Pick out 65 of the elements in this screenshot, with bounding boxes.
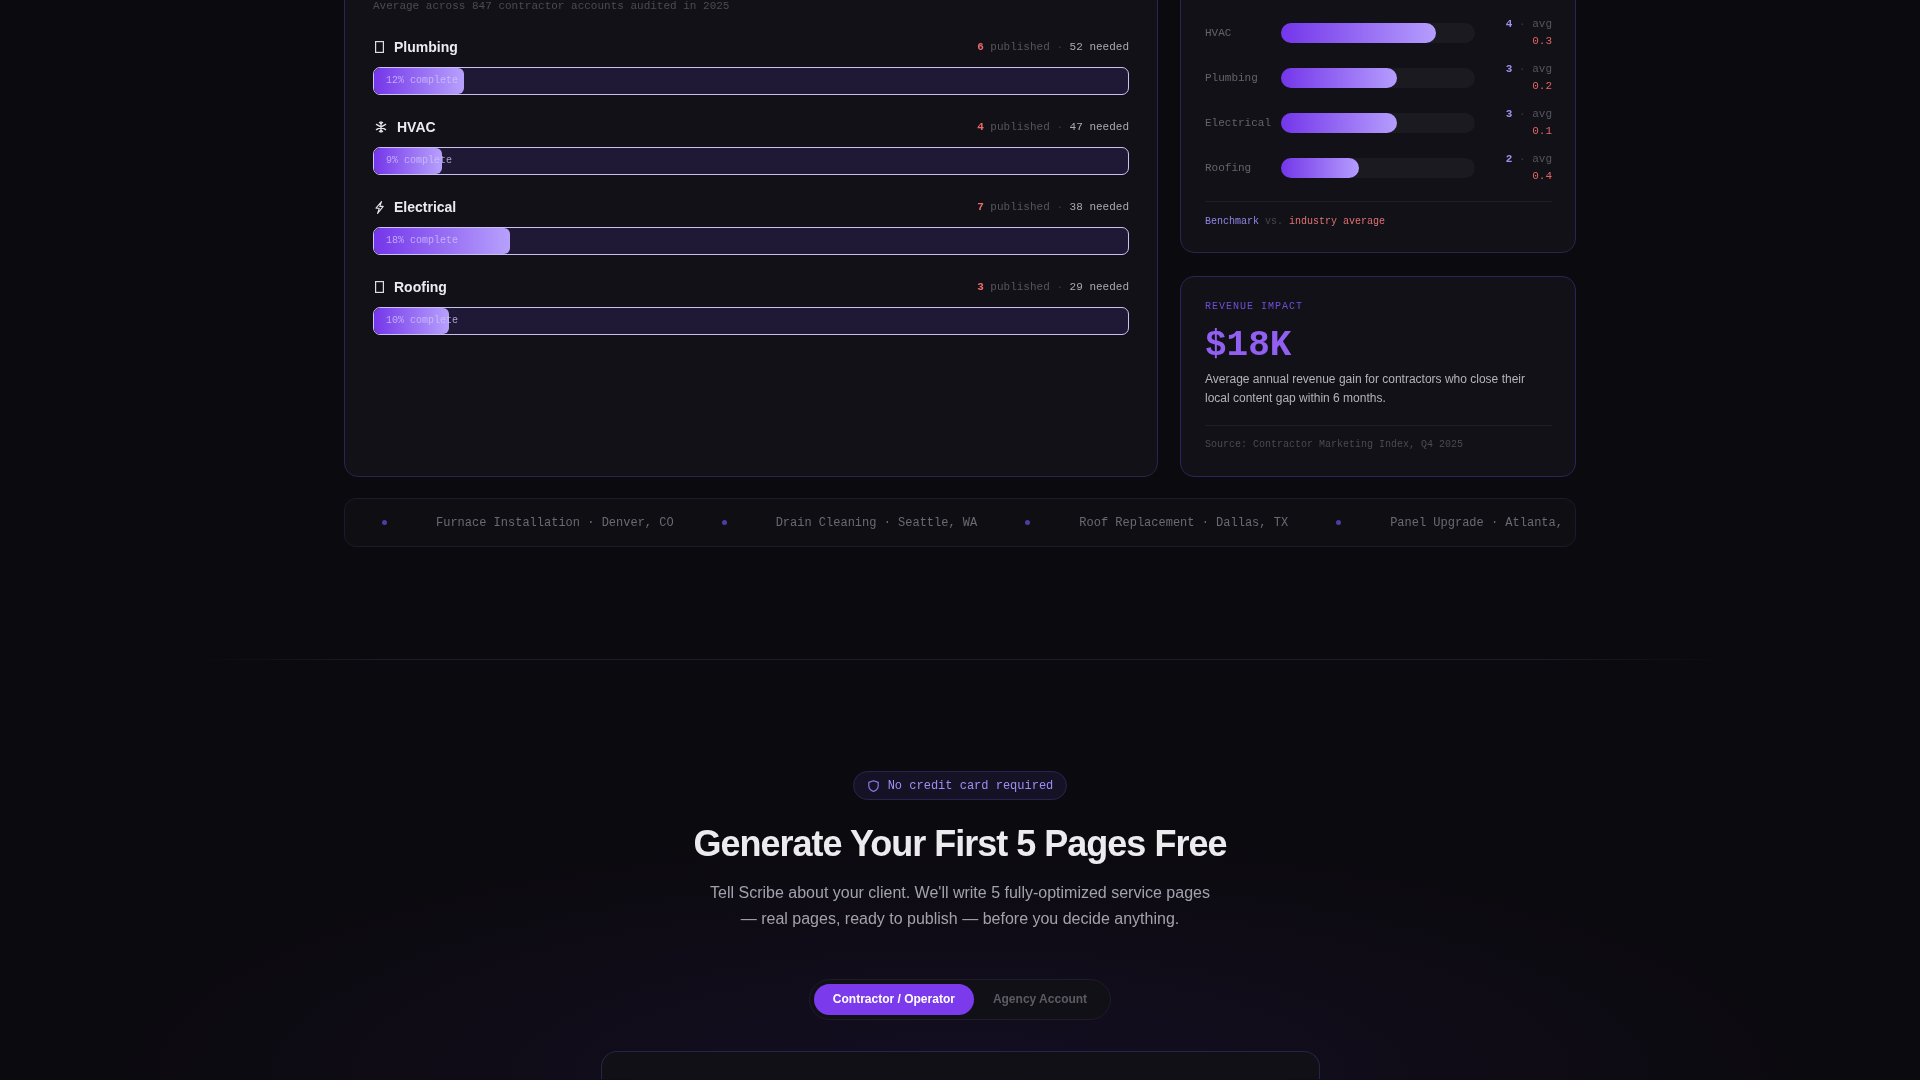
separator-dot: · [1519,62,1526,77]
score-value: 4 [1505,17,1513,32]
published-label: published [990,120,1050,134]
lightning-bolt-icon [375,200,384,214]
avg-label: avg [1532,17,1552,32]
section-heading: Generate Your First 5 Pages Free [693,822,1227,865]
avg-value: 0.2 [1532,79,1552,94]
separator-dot: · [1056,200,1063,214]
published-label: published [990,280,1050,294]
needed-count: 38 needed [1069,200,1129,214]
score-value: 2 [1505,152,1513,167]
audit-summary-text: Average across 847 contractor accounts audited in 2025 [373,0,731,13]
needed-count: 52 needed [1069,40,1129,54]
avg-value: 0.4 [1532,169,1552,184]
rectangle-icon [375,41,384,53]
avg-label: avg [1532,62,1552,77]
avg-value: 0.1 [1532,124,1552,139]
category-name: Plumbing [394,38,458,57]
avg-label: avg [1532,107,1552,122]
needed-count: 29 needed [1069,280,1129,294]
dot-icon [721,520,727,525]
revenue-description: Average annual revenue gain for contractors who close their local content gap within 6 months. [1205,371,1526,407]
dot-icon [382,520,387,525]
progress-label: 18% complete [386,235,458,247]
avg-label: avg [1532,152,1552,167]
separator-dot: · [1056,40,1063,54]
legend-benchmark-label: Benchmark [1205,215,1259,229]
score-value: 3 [1505,62,1513,77]
category-name: Roofing [394,278,447,297]
source-note: Source: Contractor Marketing Index, Q4 2025 [1205,439,1465,451]
snowflake-icon [375,121,387,133]
published-count: 4 [977,120,984,134]
needed-count: 47 needed [1069,120,1129,134]
category-label: HVAC [1205,26,1233,40]
eyebrow-label: REVENUE IMPACT [1205,301,1304,313]
rectangle-icon [375,281,384,293]
separator-dot: · [1056,120,1063,134]
category-label: Electrical [1205,116,1272,130]
ticker-item-text: Drain Cleaning · Seattle, WA [775,515,978,530]
category-name: Electrical [394,198,457,217]
separator-dot: · [1056,280,1063,294]
legend-industry-label: industry average [1289,215,1386,229]
avg-value: 0.3 [1532,34,1552,49]
category-label: Roofing [1205,161,1253,175]
ticker-item-text: Panel Upgrade · Atlanta, [1390,515,1563,530]
published-label: published [990,200,1050,214]
separator-dot: · [1519,152,1526,167]
published-count: 6 [977,40,984,54]
section-description: Tell Scribe about your client. We'll write 5 fully-optimized service pages — real pages, ready to publish — before you decide anything. [709,883,1211,929]
separator-dot: · [1519,107,1526,122]
separator-dot: · [1519,17,1526,32]
score-value: 3 [1505,107,1513,122]
ticker-item-text: Furnace Installation · Denver, CO [436,515,674,530]
published-count: 3 [977,280,984,294]
dot-icon [1025,520,1031,525]
published-label: published [990,40,1050,54]
toggle-option[interactable]: Contractor / Operator [813,984,974,1015]
revenue-value: $18K [1205,326,1293,366]
category-name: HVAC [397,118,436,137]
ticker-item-text: Roof Replacement · Dallas, TX [1079,515,1289,530]
published-count: 7 [977,200,984,214]
dot-icon [1336,520,1342,525]
category-label: Plumbing [1205,71,1259,85]
shield-icon [867,779,879,792]
badge-text: No credit card required [887,778,1054,793]
